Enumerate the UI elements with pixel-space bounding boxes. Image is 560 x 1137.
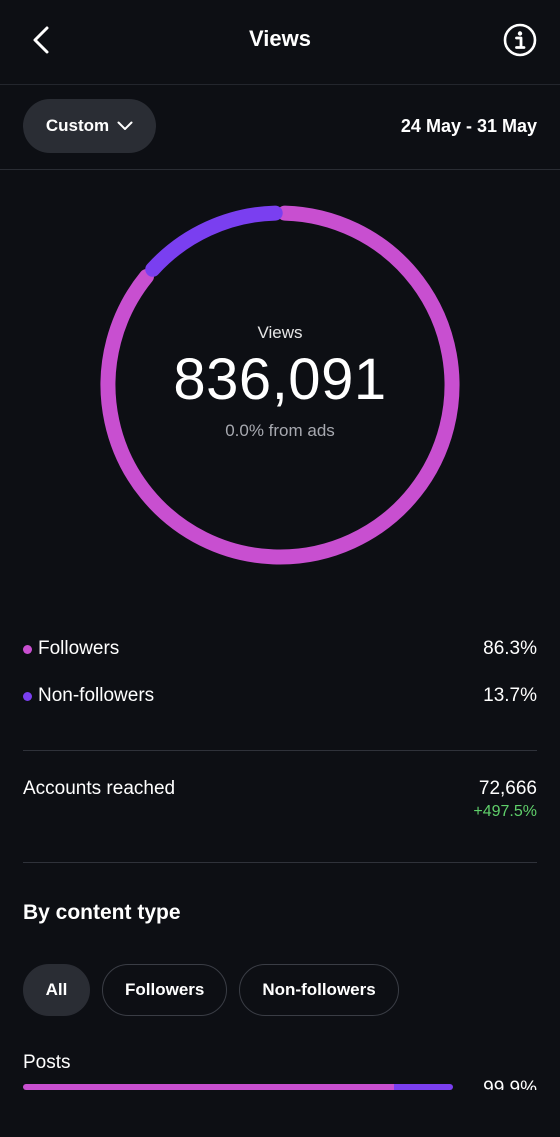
- ads-note: 0.0% from ads: [225, 421, 335, 440]
- chevron-down-icon: [117, 121, 133, 130]
- posts-label: Posts: [23, 1052, 71, 1073]
- accounts-reached-value: 72,666: [478, 778, 537, 799]
- date-range-dropdown-label: Custom: [45, 116, 110, 135]
- section-title: By content type: [23, 901, 181, 924]
- accounts-reached-change: +497.5%: [473, 803, 537, 820]
- posts-bar-non-followers-segment: [394, 1084, 453, 1090]
- divider: [23, 750, 537, 751]
- donut-center: Views 836,091 0.0% from ads: [100, 204, 460, 566]
- date-range-text: 24 May - 31 May: [400, 116, 537, 136]
- chip-followers[interactable]: Followers: [102, 964, 228, 1016]
- content-filter-chips: All Followers Non-followers: [23, 964, 399, 1016]
- top-bar: Views: [0, 0, 560, 85]
- legend-label-group: Followers: [23, 638, 119, 660]
- legend-label-group: Non-followers: [23, 685, 154, 707]
- accounts-reached-label: Accounts reached: [23, 778, 176, 799]
- views-total: 836,091: [173, 347, 387, 412]
- views-label: Views: [257, 323, 303, 342]
- legend-row-non-followers: Non-followers 13.7%: [23, 681, 537, 711]
- legend-row-followers: Followers 86.3%: [23, 634, 537, 664]
- views-donut-chart: Views 836,091 0.0% from ads: [100, 204, 460, 566]
- page-title: Views: [249, 26, 311, 51]
- posts-bar: [23, 1084, 453, 1090]
- posts-value: 99.9%: [483, 1078, 537, 1090]
- filter-bar: Custom 24 May - 31 May: [0, 85, 560, 170]
- accounts-reached-values: 72,666 +497.5%: [473, 778, 537, 821]
- legend-label: Non-followers: [38, 685, 155, 706]
- info-icon: [503, 23, 537, 57]
- non-followers-dot-icon: [23, 691, 32, 701]
- chip-all[interactable]: All: [23, 964, 90, 1016]
- chip-non-followers[interactable]: Non-followers: [239, 964, 399, 1016]
- legend-value: 86.3%: [483, 638, 537, 659]
- date-range-dropdown[interactable]: Custom: [23, 99, 156, 153]
- divider: [23, 862, 537, 863]
- posts-bar-followers-segment: [23, 1084, 395, 1090]
- accounts-reached-row: Accounts reached 72,666 +497.5%: [23, 778, 537, 821]
- legend-label: Followers: [38, 638, 120, 659]
- followers-dot-icon: [23, 644, 32, 654]
- legend-value: 13.7%: [483, 685, 537, 706]
- info-button[interactable]: [502, 22, 538, 58]
